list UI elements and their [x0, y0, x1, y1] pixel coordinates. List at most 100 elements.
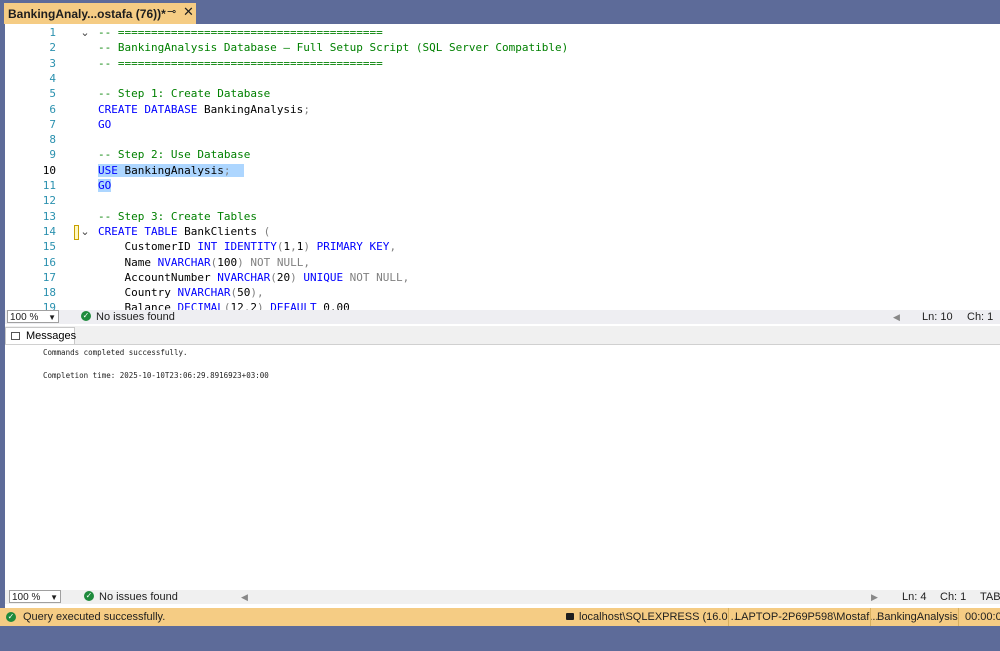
code-text: -- =====================================…: [98, 56, 383, 71]
code-token: Country: [98, 286, 178, 300]
database-name: BankingAnalysis: [870, 608, 958, 626]
code-token: NVARCHAR: [157, 255, 211, 269]
code-line[interactable]: 9 -- Step 2: Use Database: [5, 147, 1000, 162]
code-text: CREATE TABLE BankClients (: [98, 224, 270, 239]
zoom-dropdown[interactable]: 100 % ▼: [7, 310, 59, 323]
code-token: PRIMARY KEY: [309, 240, 390, 254]
line-number: 19: [42, 301, 56, 310]
check-icon: ✓: [6, 612, 16, 622]
code-token: INT IDENTITY: [197, 240, 277, 254]
code-line[interactable]: 18 Country NVARCHAR(50),: [5, 285, 1000, 300]
code-token: DEFAULT: [263, 301, 317, 310]
code-text: -- Step 1: Create Database: [98, 86, 270, 101]
line-number: 4: [49, 71, 56, 85]
code-line[interactable]: 8: [5, 132, 1000, 147]
code-token: NVARCHAR: [217, 270, 271, 284]
pin-icon[interactable]: ⊸: [167, 5, 176, 18]
message-line: Completion time: 2025-10-10T23:06:29.891…: [43, 371, 269, 380]
check-icon: ✓: [84, 591, 94, 601]
tab-messages-label: Messages: [26, 330, 77, 342]
code-token: -- =====================================…: [98, 56, 383, 70]
document-tab-title: BankingAnaly...ostafa (76))*: [8, 6, 166, 21]
zoom-dropdown[interactable]: 100 % ▼: [9, 590, 61, 603]
code-token: GO: [98, 179, 112, 192]
code-text: -- =====================================…: [98, 25, 383, 40]
query-status-bar: ✓ Query executed successfully. localhost…: [0, 608, 1000, 626]
code-token: (: [263, 224, 271, 238]
code-editor[interactable]: 1 ⌄ -- ===================================…: [5, 24, 1000, 310]
code-token: 100: [217, 255, 238, 269]
query-status-text: Query executed successfully.: [23, 611, 166, 623]
code-text: GO: [98, 117, 111, 132]
line-number: 7: [49, 117, 56, 131]
code-line[interactable]: 14 ⌄ CREATE TABLE BankClients (: [5, 224, 1000, 240]
code-token: ),: [250, 286, 264, 300]
code-token: ): [303, 240, 310, 254]
code-token: ): [256, 301, 264, 310]
code-text: -- BankingAnalysis Database – Full Setup…: [98, 40, 568, 55]
code-line[interactable]: 19 Balance DECIMAL(12,2) DEFAULT 0.00: [5, 300, 1000, 310]
code-token: -- BankingAnalysis Database – Full Setup…: [98, 41, 569, 55]
document-tab-bar: BankingAnaly...ostafa (76))* ⊸ ✕: [0, 0, 1000, 24]
code-token: ;: [303, 102, 310, 116]
zoom-value: 100 %: [12, 592, 41, 603]
code-line[interactable]: 16 Name NVARCHAR(100) NOT NULL,: [5, 255, 1000, 270]
code-text: -- Step 3: Create Tables: [98, 209, 257, 224]
results-tab-strip: Messages: [5, 326, 1000, 345]
code-token: Name: [98, 255, 158, 269]
code-token: 2: [250, 301, 257, 310]
line-number: 6: [49, 102, 56, 116]
code-line[interactable]: 4: [5, 71, 1000, 86]
tab-messages[interactable]: Messages: [5, 327, 77, 344]
line-indicator: Ln: 10: [922, 311, 953, 323]
code-line[interactable]: 17 AccountNumber NVARCHAR(20) UNIQUE NOT…: [5, 270, 1000, 285]
code-token: NOT NULL,: [243, 255, 310, 269]
line-number: 11: [42, 179, 56, 192]
code-line[interactable]: 10 USE BankingAnalysis;: [5, 163, 1000, 178]
scroll-left-icon[interactable]: ◀: [241, 590, 248, 604]
user-name: LAPTOP-2P69P598\Mostaf...: [728, 608, 878, 626]
code-token: 50: [237, 286, 251, 300]
code-line[interactable]: 3 -- ====================================…: [5, 56, 1000, 71]
code-token: CREATE DATABASE: [98, 102, 198, 116]
code-line[interactable]: 15 CustomerID INT IDENTITY(1,1) PRIMARY …: [5, 239, 1000, 254]
zoom-value: 100 %: [10, 312, 39, 323]
line-number: 1: [49, 26, 56, 39]
code-line[interactable]: 6 CREATE DATABASE BankingAnalysis;: [5, 102, 1000, 117]
line-number: 17: [42, 270, 56, 284]
line-number: 12: [42, 194, 56, 208]
code-line[interactable]: 12: [5, 193, 1000, 208]
lock-icon: [566, 613, 574, 620]
close-icon[interactable]: ✕: [183, 4, 194, 20]
code-token: ): [290, 270, 297, 284]
editor-status-bar: 100 % ▼ ✓ No issues found ◀ Ln: 10 Ch: 1: [5, 310, 1000, 324]
scroll-right-icon[interactable]: ▶: [871, 590, 878, 604]
code-line[interactable]: 7 GO: [5, 117, 1000, 132]
code-token: BankingAnalysis: [117, 163, 224, 177]
results-status-bar: 100 % ▼ ✓ No issues found ◀ ▶ Ln: 4 Ch: 1…: [5, 590, 1000, 604]
code-token: ): [237, 255, 244, 269]
code-token: -- Step 1: Create Database: [98, 87, 271, 101]
issues-text: No issues found: [96, 311, 175, 323]
code-line[interactable]: 5 -- Step 1: Create Database: [5, 86, 1000, 101]
code-token: 0.00: [316, 301, 350, 310]
code-line[interactable]: 2 -- BankingAnalysis Database – Full Setu…: [5, 40, 1000, 55]
scroll-left-icon[interactable]: ◀: [893, 310, 900, 324]
chevron-down-icon: ▼: [50, 593, 58, 602]
code-line[interactable]: 1 ⌄ -- ===================================…: [5, 25, 1000, 40]
code-line[interactable]: 13 -- Step 3: Create Tables: [5, 209, 1000, 224]
line-number: 14: [42, 224, 56, 238]
document-tab[interactable]: BankingAnaly...ostafa (76))* ⊸ ✕: [4, 3, 196, 24]
check-icon: ✓: [81, 311, 91, 321]
fold-toggle-icon[interactable]: ⌄: [79, 25, 91, 40]
code-token: DECIMAL: [177, 301, 224, 310]
code-text: AccountNumber NVARCHAR(20) UNIQUE NOT NU…: [98, 270, 409, 285]
code-text: GO: [98, 178, 112, 193]
code-token: CustomerID: [98, 240, 198, 254]
messages-pane: Commands completed successfully. Complet…: [5, 345, 1000, 588]
code-line[interactable]: 11 GO: [5, 178, 1000, 193]
chevron-down-icon: ▼: [48, 313, 56, 322]
fold-toggle-icon[interactable]: ⌄: [79, 224, 91, 239]
code-token: ;: [223, 163, 244, 177]
code-token: (: [270, 270, 277, 284]
